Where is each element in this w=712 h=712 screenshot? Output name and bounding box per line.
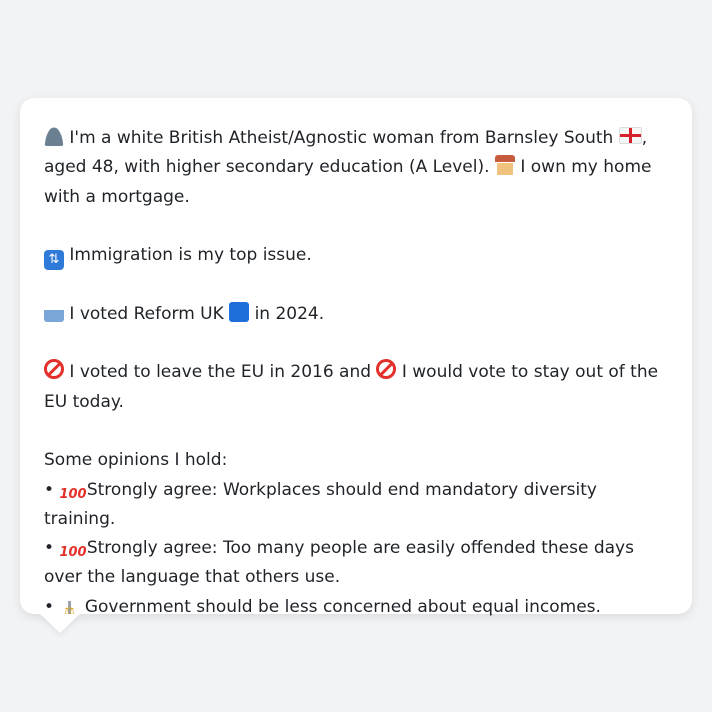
hundred-points-icon: 100 xyxy=(59,486,87,502)
ballot-box-icon xyxy=(44,301,64,322)
opinion-item: • 100 Strongly agree: Workplaces should … xyxy=(44,479,597,529)
vote-paragraph: I voted Reform UK in 2024. xyxy=(44,300,668,329)
opinion-item: • ⚖ Government should be less concerned … xyxy=(44,593,668,622)
prohibited-icon xyxy=(44,359,64,380)
opinions-heading: Some opinions I hold: xyxy=(44,450,228,471)
vote-year-text: in 2024. xyxy=(254,303,325,324)
blue-square-icon xyxy=(229,301,250,322)
speech-bubble-tail xyxy=(40,614,80,633)
opinion-text: Strongly agree: Workplaces should end ma… xyxy=(44,479,597,529)
england-flag-icon xyxy=(618,127,642,144)
eu-referendum-text: I voted to leave the EU in 2016 and xyxy=(69,362,372,383)
intro-text: I'm a white British Atheist/Agnostic wom… xyxy=(69,128,614,148)
passport-control-icon: ⇅ xyxy=(44,250,64,271)
eu-paragraph: I voted to leave the EU in 2016 and I wo… xyxy=(44,358,668,417)
persona-card: I'm a white British Atheist/Agnostic wom… xyxy=(20,98,692,621)
vote-text: I voted Reform UK xyxy=(69,303,224,324)
person-silhouette-icon xyxy=(44,126,64,146)
opinion-text: Strongly agree: Too many people are easi… xyxy=(44,538,634,588)
intro-paragraph: I'm a white British Atheist/Agnostic wom… xyxy=(44,124,668,212)
hundred-points-icon: 100 xyxy=(59,545,87,561)
opinion-text: Government should be less concerned abou… xyxy=(84,596,601,617)
top-issue-text: Immigration is my top issue. xyxy=(69,245,312,266)
prohibited-icon xyxy=(376,359,397,380)
top-issue-paragraph: ⇅ Immigration is my top issue. xyxy=(44,241,668,271)
opinion-item: • 100 Strongly agree: Too many people ar… xyxy=(44,538,634,588)
house-icon xyxy=(494,155,515,176)
